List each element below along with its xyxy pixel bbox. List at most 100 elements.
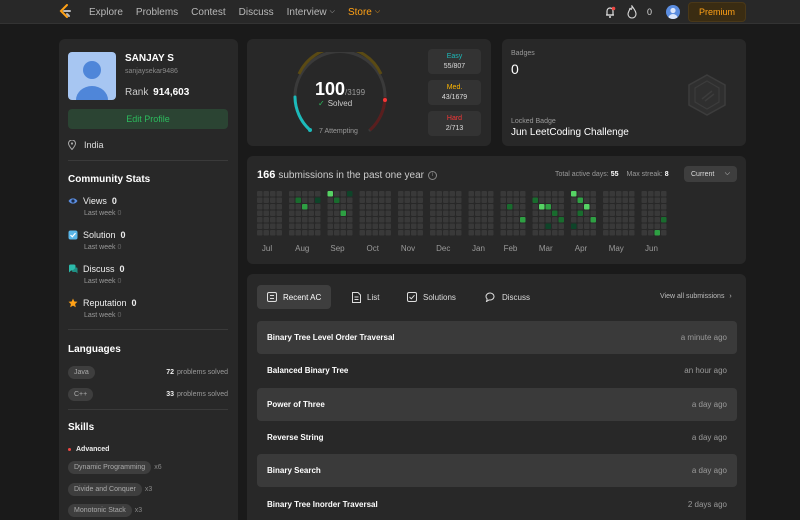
heatmap-cell[interactable] xyxy=(590,210,597,217)
heatmap-cell[interactable] xyxy=(379,204,385,210)
heatmap-cell[interactable] xyxy=(513,197,520,204)
heatmap-cell[interactable] xyxy=(641,230,648,236)
heatmap-cell[interactable] xyxy=(340,223,347,230)
heatmap-cell[interactable] xyxy=(558,210,565,217)
heatmap-cell[interactable] xyxy=(475,197,481,204)
heatmap-cell[interactable] xyxy=(404,197,411,204)
difficulty-medium[interactable]: Med. 43/1679 xyxy=(428,80,481,105)
heatmap-cell[interactable] xyxy=(558,223,565,230)
heatmap-cell[interactable] xyxy=(385,223,392,230)
heatmap-cell[interactable] xyxy=(270,230,276,236)
heatmap-cell[interactable] xyxy=(270,191,276,197)
heatmap-cell[interactable] xyxy=(584,204,590,210)
heatmap-cell[interactable] xyxy=(359,197,366,204)
heatmap-cell[interactable] xyxy=(366,197,372,204)
heatmap-cell[interactable] xyxy=(302,223,308,230)
flame-icon[interactable] xyxy=(625,5,639,19)
heatmap-cell[interactable] xyxy=(520,204,526,210)
heatmap-cell[interactable] xyxy=(340,204,347,210)
heatmap-cell[interactable] xyxy=(513,217,520,223)
heatmap-cell[interactable] xyxy=(385,230,392,236)
heatmap-cell[interactable] xyxy=(641,197,648,204)
heatmap-cell[interactable] xyxy=(590,230,597,236)
heatmap-cell[interactable] xyxy=(334,197,340,204)
heatmap-cell[interactable] xyxy=(257,223,263,230)
heatmap-cell[interactable] xyxy=(603,191,609,197)
heatmap-cell[interactable] xyxy=(475,204,481,210)
heatmap-cell[interactable] xyxy=(315,191,321,197)
heatmap-cell[interactable] xyxy=(468,204,475,210)
heatmap-cell[interactable] xyxy=(295,210,302,217)
heatmap-cell[interactable] xyxy=(404,217,411,223)
heatmap-cell[interactable] xyxy=(552,204,558,210)
heatmap-cell[interactable] xyxy=(552,230,558,236)
heatmap-cell[interactable] xyxy=(532,217,539,223)
heatmap-cell[interactable] xyxy=(417,210,424,217)
difficulty-hard[interactable]: Hard 2/713 xyxy=(428,111,481,136)
nav-store[interactable]: Store ⌵ xyxy=(348,7,380,18)
heatmap-cell[interactable] xyxy=(257,210,263,217)
heatmap-cell[interactable] xyxy=(430,197,436,204)
heatmap-cell[interactable] xyxy=(584,210,590,217)
heatmap-cell[interactable] xyxy=(347,223,353,230)
heatmap-cell[interactable] xyxy=(629,210,635,217)
heatmap-cell[interactable] xyxy=(404,210,411,217)
recent-ac-row[interactable]: Reverse String a day ago xyxy=(257,421,737,454)
heatmap-cell[interactable] xyxy=(430,223,436,230)
heatmap-cell[interactable] xyxy=(372,191,379,197)
heatmap-cell[interactable] xyxy=(366,191,372,197)
heatmap-cell[interactable] xyxy=(641,204,648,210)
heatmap-cell[interactable] xyxy=(430,230,436,236)
skill-tag[interactable]: Divide and Conquer xyxy=(68,483,142,496)
heatmap-cell[interactable] xyxy=(385,204,392,210)
heatmap-cell[interactable] xyxy=(366,210,372,217)
heatmap-cell[interactable] xyxy=(263,217,270,223)
heatmap-cell[interactable] xyxy=(654,217,661,223)
heatmap-cell[interactable] xyxy=(449,197,456,204)
heatmap-cell[interactable] xyxy=(372,210,379,217)
heatmap-cell[interactable] xyxy=(436,204,443,210)
heatmap-cell[interactable] xyxy=(443,223,449,230)
heatmap-cell[interactable] xyxy=(475,223,481,230)
heatmap-cell[interactable] xyxy=(488,223,494,230)
heatmap-cell[interactable] xyxy=(616,217,622,223)
heatmap-cell[interactable] xyxy=(263,223,270,230)
heatmap-cell[interactable] xyxy=(417,223,424,230)
heatmap-cell[interactable] xyxy=(263,210,270,217)
heatmap-cell[interactable] xyxy=(340,197,347,204)
heatmap-cell[interactable] xyxy=(552,210,558,217)
heatmap-cell[interactable] xyxy=(641,223,648,230)
heatmap-cell[interactable] xyxy=(289,230,295,236)
heatmap-cell[interactable] xyxy=(539,204,545,210)
heatmap-cell[interactable] xyxy=(590,217,597,223)
difficulty-easy[interactable]: Easy 55/807 xyxy=(428,49,481,74)
heatmap-cell[interactable] xyxy=(616,204,622,210)
heatmap-cell[interactable] xyxy=(302,210,308,217)
heatmap-cell[interactable] xyxy=(481,230,488,236)
heatmap-cell[interactable] xyxy=(584,223,590,230)
heatmap-cell[interactable] xyxy=(315,230,321,236)
heatmap-cell[interactable] xyxy=(622,191,629,197)
heatmap-cell[interactable] xyxy=(616,191,622,197)
recent-ac-row[interactable]: Balanced Binary Tree an hour ago xyxy=(257,354,737,387)
heatmap-cell[interactable] xyxy=(276,210,283,217)
heatmap-cell[interactable] xyxy=(552,197,558,204)
heatmap-cell[interactable] xyxy=(629,191,635,197)
heatmap-cell[interactable] xyxy=(654,230,661,236)
heatmap-cell[interactable] xyxy=(622,230,629,236)
heatmap-cell[interactable] xyxy=(436,223,443,230)
heatmap-cell[interactable] xyxy=(603,197,609,204)
heatmap-cell[interactable] xyxy=(603,204,609,210)
heatmap-cell[interactable] xyxy=(308,230,315,236)
heatmap-cell[interactable] xyxy=(257,204,263,210)
heatmap-cell[interactable] xyxy=(430,191,436,197)
heatmap-cell[interactable] xyxy=(590,223,597,230)
heatmap-cell[interactable] xyxy=(263,204,270,210)
heatmap-cell[interactable] xyxy=(654,197,661,204)
heatmap-cell[interactable] xyxy=(398,230,404,236)
heatmap-cell[interactable] xyxy=(436,217,443,223)
view-all-submissions-link[interactable]: View all submissions › xyxy=(660,293,732,300)
heatmap-cell[interactable] xyxy=(411,210,417,217)
heatmap-cell[interactable] xyxy=(571,230,577,236)
heatmap-cell[interactable] xyxy=(334,223,340,230)
